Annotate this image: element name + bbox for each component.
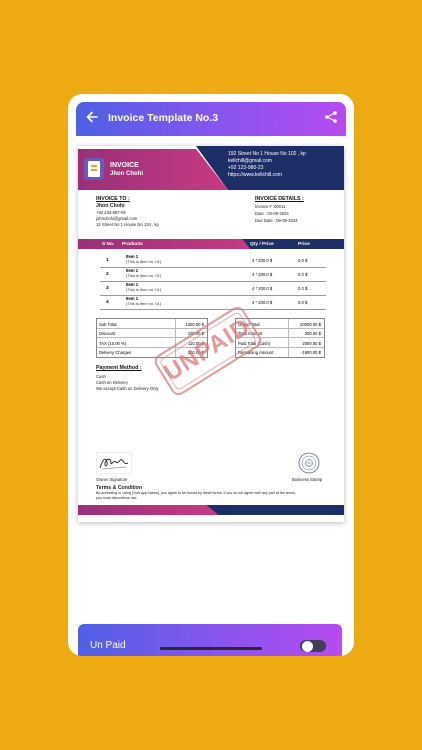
- invoice-preview[interactable]: INVOICE Jhon Chohi 192 Street No 1 House…: [78, 146, 344, 522]
- payment-line: Cash: [96, 374, 106, 379]
- invoice-number: Invoice # :00011: [255, 204, 286, 209]
- table-row: 3 Item 1 (This is item no. 01) 4 * 200.0…: [100, 282, 326, 296]
- payment-status-bar: Un Paid: [78, 624, 342, 656]
- payment-line: We accept Cash on Delivery Only: [96, 386, 159, 391]
- invoice-heading: INVOICE: [110, 162, 139, 169]
- invoice-date: Date : 04-09-2024: [255, 211, 289, 216]
- client-address: 12 Street No 1 House No 134 , kp: [96, 222, 159, 227]
- client-phone: +92 234-987-09: [96, 210, 126, 215]
- business-stamp-label: Business Stamp: [292, 477, 323, 482]
- payment-method-title: Payment Method :: [96, 365, 142, 371]
- company-name: Jhon Chohi: [110, 171, 143, 177]
- share-icon[interactable]: [324, 110, 338, 124]
- company-phone: +92 123-980-23: [228, 165, 264, 171]
- footer-navy-band: [206, 505, 344, 515]
- paid-toggle[interactable]: [300, 640, 326, 652]
- footer-pink-band: [78, 505, 218, 515]
- app-bar: Invoice Template No.3: [76, 102, 346, 136]
- payment-line: Cash on Delivery: [96, 380, 128, 385]
- invoice-logo-icon: [84, 158, 104, 180]
- business-stamp-image: [298, 452, 320, 474]
- back-arrow-icon[interactable]: [85, 110, 99, 124]
- toggle-knob: [302, 641, 313, 652]
- col-products: Products: [122, 241, 143, 247]
- terms-text: you must discontinue use.: [96, 496, 138, 500]
- owner-signature-label: Owner Signature: [96, 477, 128, 482]
- invoice-to-title: INVOICE TO :: [96, 196, 130, 202]
- client-email: johnchohi@gmail.com: [96, 216, 138, 221]
- phone-screen: Invoice Template No.3 INVOICE Jhon Chohi…: [68, 94, 354, 656]
- home-indicator: [160, 647, 262, 650]
- company-website: https://www.kellchill.com: [228, 172, 282, 178]
- col-sno: S No.: [102, 241, 115, 247]
- table-row: 1 Item 1 (This is item no. 01) 4 * 200.0…: [100, 254, 326, 268]
- owner-signature-image: [96, 452, 132, 474]
- client-name: Jhon Chohi: [96, 203, 125, 209]
- items-table-header: S No. Products Qty / Price Price: [78, 239, 344, 249]
- col-qty-price: Qty / Price: [250, 241, 274, 247]
- invoice-due-date: Due Date : 09-09-2024: [255, 218, 298, 223]
- table-row: 2 Item 1 (This is item no. 01) 4 * 200.0…: [100, 268, 326, 282]
- table-row: 4 Item 1 (This is item no. 01) 4 * 200.0…: [100, 296, 326, 310]
- screen-title: Invoice Template No.3: [108, 112, 219, 124]
- terms-text: By accessing or using [Your App Name], y…: [96, 491, 296, 495]
- company-address: 192 Street No 1 House No 102 , kp: [228, 151, 306, 157]
- company-email: kellchill@gmail.com: [228, 158, 272, 164]
- status-label: Un Paid: [90, 640, 126, 651]
- invoice-details-title: INVOICE DETAILS :: [255, 196, 304, 202]
- col-price: Price: [298, 241, 310, 247]
